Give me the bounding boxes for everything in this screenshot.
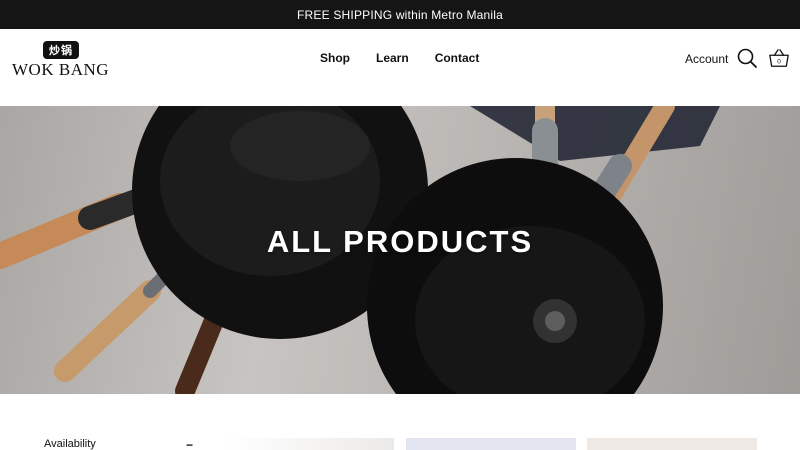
hero-banner: ALL PRODUCTS — [0, 106, 800, 394]
announcement-bar: FREE SHIPPING within Metro Manila — [0, 0, 800, 29]
search-button[interactable] — [736, 47, 758, 69]
product-card[interactable] — [406, 438, 576, 450]
nav-item-contact[interactable]: Contact — [435, 51, 480, 65]
logo[interactable]: 炒锅 WOK BANG — [12, 41, 112, 81]
announcement-text: FREE SHIPPING within Metro Manila — [297, 7, 503, 22]
product-listing: Availability − — [0, 394, 800, 450]
filter-availability-label[interactable]: Availability — [44, 438, 96, 450]
logo-text: WOK BANG — [12, 60, 110, 79]
account-link[interactable]: Account — [685, 52, 728, 66]
logo-mark: 炒锅 — [43, 41, 79, 59]
cart-button[interactable]: 0 — [768, 47, 790, 69]
search-icon — [737, 48, 757, 68]
nav-item-shop[interactable]: Shop — [320, 51, 350, 65]
nav-item-learn[interactable]: Learn — [376, 51, 409, 65]
product-card[interactable] — [224, 438, 394, 450]
main-nav: Shop Learn Contact — [320, 51, 479, 65]
basket-icon: 0 — [769, 49, 789, 67]
site-header: 炒锅 WOK BANG Shop Learn Contact Account 0 — [0, 29, 800, 106]
cart-count: 0 — [777, 59, 781, 66]
page-title: ALL PRODUCTS — [266, 224, 534, 259]
product-card[interactable] — [587, 438, 757, 450]
filter-availability-toggle[interactable]: − — [186, 438, 193, 450]
